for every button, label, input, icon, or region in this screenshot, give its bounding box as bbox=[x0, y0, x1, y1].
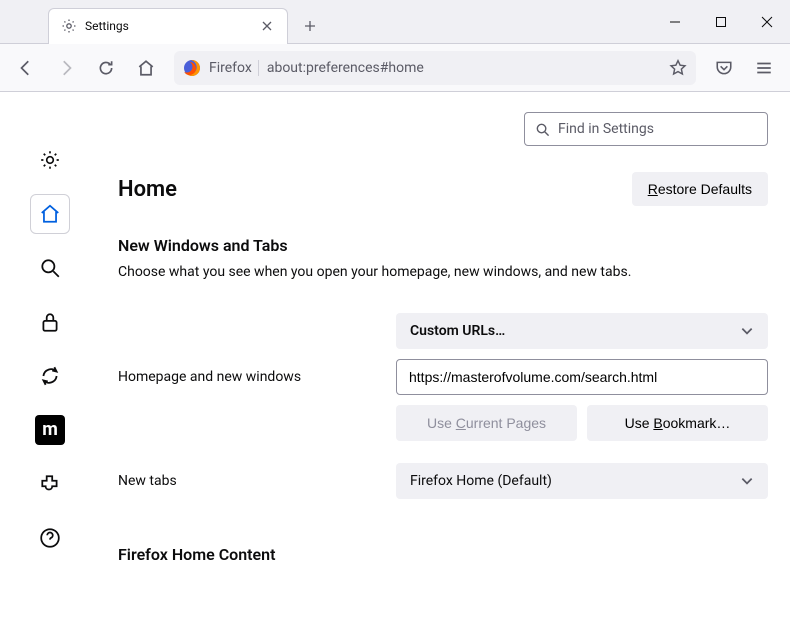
sidebar-general[interactable] bbox=[30, 140, 70, 180]
browser-tab[interactable]: Settings bbox=[48, 8, 288, 44]
sidebar-sync[interactable] bbox=[30, 356, 70, 396]
url-bar[interactable]: Firefox about:preferences#home bbox=[174, 51, 696, 85]
firefox-logo-icon bbox=[183, 59, 201, 77]
reload-button[interactable] bbox=[88, 50, 124, 86]
bookmark-star-icon[interactable] bbox=[669, 59, 687, 77]
search-placeholder: Find in Settings bbox=[558, 121, 654, 137]
minimize-button[interactable] bbox=[652, 0, 698, 44]
tab-close-button[interactable] bbox=[259, 18, 275, 34]
close-window-button[interactable] bbox=[744, 0, 790, 44]
tab-title: Settings bbox=[85, 19, 251, 33]
sidebar-help[interactable] bbox=[30, 518, 70, 558]
use-bookmark-button[interactable]: Use Bookmark… bbox=[587, 405, 768, 441]
page-title: Home bbox=[118, 177, 177, 202]
toolbar: Firefox about:preferences#home bbox=[0, 44, 790, 92]
homepage-url-input[interactable] bbox=[396, 359, 768, 395]
use-current-pages-button[interactable]: Use Current Pages bbox=[396, 405, 577, 441]
pocket-button[interactable] bbox=[706, 50, 742, 86]
url-identity: Firefox bbox=[209, 60, 259, 76]
section-new-windows-tabs-title: New Windows and Tabs bbox=[118, 236, 768, 255]
settings-main: Find in Settings Home Restore Defaults N… bbox=[100, 92, 790, 641]
back-button[interactable] bbox=[8, 50, 44, 86]
homepage-select[interactable]: Custom URLs… bbox=[396, 313, 768, 349]
app-menu-button[interactable] bbox=[746, 50, 782, 86]
home-toolbar-button[interactable] bbox=[128, 50, 164, 86]
sidebar-home[interactable] bbox=[30, 194, 70, 234]
homepage-label: Homepage and new windows bbox=[118, 369, 380, 385]
newtabs-label: New tabs bbox=[118, 473, 380, 489]
newtabs-select[interactable]: Firefox Home (Default) bbox=[396, 463, 768, 499]
restore-defaults-button[interactable]: Restore Defaults bbox=[632, 172, 768, 206]
homepage-select-value: Custom URLs… bbox=[410, 323, 505, 339]
sidebar-extensions[interactable] bbox=[30, 464, 70, 504]
window-controls bbox=[652, 0, 790, 44]
sidebar-privacy[interactable] bbox=[30, 302, 70, 342]
newtabs-select-value: Firefox Home (Default) bbox=[410, 473, 552, 489]
section-description: Choose what you see when you open your h… bbox=[118, 263, 768, 283]
find-in-settings-input[interactable]: Find in Settings bbox=[524, 112, 768, 146]
search-icon bbox=[535, 122, 550, 137]
maximize-button[interactable] bbox=[698, 0, 744, 44]
new-tab-button[interactable] bbox=[296, 12, 324, 40]
titlebar: Settings bbox=[0, 0, 790, 44]
url-text: about:preferences#home bbox=[267, 60, 661, 76]
sidebar-search[interactable] bbox=[30, 248, 70, 288]
sidebar-extension-m[interactable]: m bbox=[35, 415, 65, 445]
chevron-down-icon bbox=[740, 474, 754, 488]
settings-sidebar: m bbox=[0, 92, 100, 641]
forward-button[interactable] bbox=[48, 50, 84, 86]
section-firefox-home-content-title: Firefox Home Content bbox=[118, 545, 768, 564]
chevron-down-icon bbox=[740, 324, 754, 338]
gear-icon bbox=[61, 18, 77, 34]
